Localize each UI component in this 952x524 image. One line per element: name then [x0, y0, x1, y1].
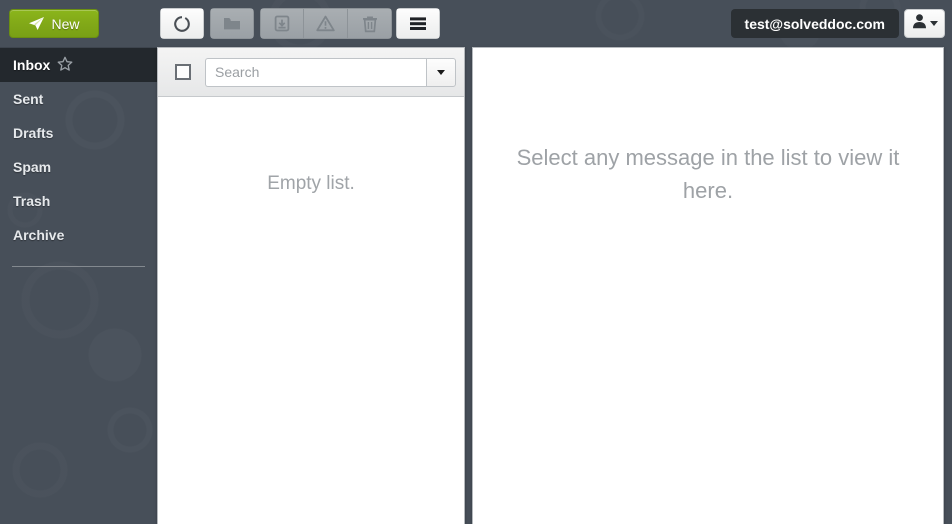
sidebar-item-inbox[interactable]: Inbox: [0, 48, 157, 82]
search-scope-dropdown-button[interactable]: [426, 57, 456, 87]
top-toolbar: New test@solveddoc.com: [0, 0, 952, 47]
user-icon: [912, 13, 927, 34]
sidebar-item-label: Spam: [13, 159, 52, 175]
user-menu-button[interactable]: [904, 9, 945, 38]
message-preview-panel: Select any message in the list to view i…: [472, 47, 944, 524]
sidebar-item-trash[interactable]: Trash: [0, 184, 157, 218]
sidebar-item-label: Sent: [13, 91, 44, 107]
mail-app-window: New test@solveddoc.com Inbox Sent Drafts…: [0, 0, 952, 524]
new-message-label: New: [51, 15, 80, 32]
refresh-circle-icon: [173, 15, 191, 33]
refresh-button-group: [160, 8, 204, 39]
sidebar-item-archive[interactable]: Archive: [0, 218, 157, 252]
sidebar-item-label: Archive: [13, 227, 65, 243]
chevron-down-icon: [437, 69, 445, 75]
sidebar-item-label: Trash: [13, 193, 51, 209]
sidebar-item-label: Drafts: [13, 125, 54, 141]
message-list-panel: Empty list.: [157, 47, 465, 524]
archive-button[interactable]: [260, 8, 304, 39]
chevron-down-icon: [929, 21, 938, 26]
move-to-folder-button[interactable]: [210, 8, 254, 39]
sidebar-item-label: Inbox: [13, 57, 51, 73]
select-all-checkbox[interactable]: [175, 64, 191, 80]
hamburger-menu-icon: [408, 16, 428, 31]
archive-box-icon: [274, 15, 290, 32]
mark-spam-button[interactable]: [304, 8, 348, 39]
empty-list-message: Empty list.: [267, 173, 355, 194]
folder-button-group: [210, 8, 254, 39]
message-list-header: [158, 48, 464, 97]
message-actions-group: [260, 8, 392, 39]
sidebar-item-drafts[interactable]: Drafts: [0, 116, 157, 150]
warning-triangle-icon: [316, 15, 335, 32]
star-icon[interactable]: [57, 56, 73, 75]
refresh-button[interactable]: [160, 8, 204, 39]
folder-sidebar: Inbox Sent Drafts Spam Trash Archive: [0, 47, 157, 524]
folder-icon: [223, 16, 241, 31]
sidebar-item-sent[interactable]: Sent: [0, 82, 157, 116]
options-menu-button[interactable]: [396, 8, 440, 39]
account-email: test@solveddoc.com: [744, 15, 885, 32]
new-message-button[interactable]: New: [9, 9, 99, 38]
sidebar-item-spam[interactable]: Spam: [0, 150, 157, 184]
search-input[interactable]: [205, 57, 426, 87]
trash-icon: [362, 15, 378, 33]
search-bar: [205, 57, 456, 87]
sidebar-divider: [12, 266, 145, 267]
options-menu-group: [396, 8, 440, 39]
account-email-badge: test@solveddoc.com: [730, 9, 899, 38]
preview-placeholder-text: Select any message in the list to view i…: [516, 145, 900, 203]
paper-plane-icon: [28, 16, 45, 31]
delete-button[interactable]: [348, 8, 392, 39]
